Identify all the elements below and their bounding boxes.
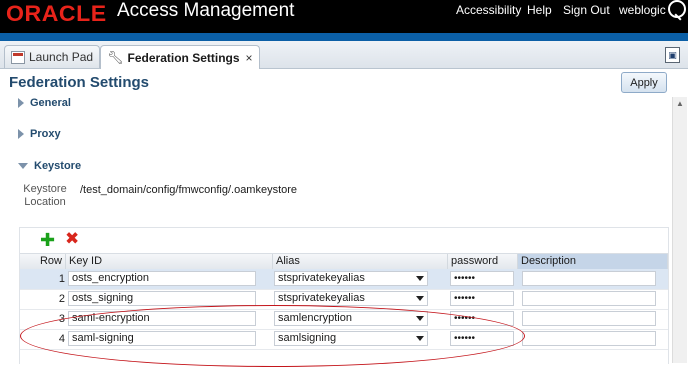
tab-federation-settings-label: Federation Settings <box>127 50 240 65</box>
dropdown-arrow-icon <box>416 336 424 341</box>
dropdown-arrow-icon <box>416 296 424 301</box>
password-input[interactable]: •••••• <box>450 311 514 326</box>
accessibility-link[interactable]: Accessibility <box>456 3 521 17</box>
launch-pad-icon <box>11 50 25 64</box>
key-id-input[interactable]: osts_signing <box>68 291 256 306</box>
section-keystore-label: Keystore <box>34 160 82 172</box>
col-password[interactable]: password <box>448 254 518 269</box>
dropdown-arrow-icon <box>416 276 424 281</box>
help-link[interactable]: Help <box>527 3 552 17</box>
key-id-input[interactable]: saml-signing <box>68 331 256 346</box>
tab-launch-pad-label: Launch Pad <box>29 50 94 64</box>
vertical-scrollbar[interactable]: ▲ <box>672 97 687 363</box>
alias-select[interactable]: stsprivatekeyalias <box>274 271 428 286</box>
top-banner: ORACLE Access Management Accessibility H… <box>0 0 688 33</box>
main-content: Federation Settings Apply ▲ General Prox… <box>0 69 688 367</box>
close-tab-icon[interactable]: × <box>246 51 253 65</box>
password-input[interactable]: •••••• <box>450 271 514 286</box>
keystore-label-line2: Location <box>24 196 66 208</box>
description-input[interactable] <box>522 311 656 326</box>
page-title: Federation Settings <box>9 74 150 91</box>
row-number: 1 <box>58 273 65 285</box>
section-keystore[interactable]: Keystore <box>18 160 81 172</box>
table-row[interactable]: 3 saml-encryption samlencryption •••••• <box>20 309 668 330</box>
alias-value: samlencryption <box>278 312 352 324</box>
export-icon[interactable]: ▣ <box>665 47 680 63</box>
keystore-label-line1: Keystore <box>23 183 67 195</box>
col-description[interactable]: Description <box>518 254 668 269</box>
sign-out-link[interactable]: Sign Out <box>563 3 610 17</box>
row-number: 3 <box>58 313 65 325</box>
user-name[interactable]: weblogic <box>619 3 666 17</box>
description-input[interactable] <box>522 331 656 346</box>
keystore-location-label: Keystore Location <box>22 183 68 209</box>
user-icon[interactable] <box>668 0 686 18</box>
alias-value: stsprivatekeyalias <box>278 292 365 304</box>
expand-icon <box>18 129 24 139</box>
keystore-location-value: /test_domain/config/fmwconfig/.oamkeysto… <box>80 184 298 196</box>
col-row[interactable]: Row <box>20 254 66 269</box>
password-input[interactable]: •••••• <box>450 331 514 346</box>
table-row[interactable]: 1 osts_encryption stsprivatekeyalias •••… <box>20 269 668 290</box>
add-icon[interactable]: ✚ <box>40 231 55 249</box>
dropdown-arrow-icon <box>416 316 424 321</box>
alias-value: samlsigning <box>278 332 337 344</box>
tab-federation-settings[interactable]: 🔧︎ Federation Settings × <box>100 45 260 69</box>
section-general-label: General <box>30 97 71 109</box>
delete-icon[interactable]: ✖ <box>65 230 79 248</box>
table-row[interactable]: 2 osts_signing stsprivatekeyalias •••••• <box>20 289 668 310</box>
key-id-input[interactable]: saml-encryption <box>68 311 256 326</box>
tab-launch-pad[interactable]: Launch Pad <box>4 45 101 68</box>
scroll-up-icon[interactable]: ▲ <box>676 99 684 108</box>
section-proxy-label: Proxy <box>30 128 61 140</box>
table-header: Row Key ID Alias password Description <box>20 253 668 270</box>
alias-select[interactable]: samlencryption <box>274 311 428 326</box>
apply-button[interactable]: Apply <box>621 72 667 93</box>
description-input[interactable] <box>522 291 656 306</box>
keys-table-panel: ✚ ✖ Row Key ID Alias password Descriptio… <box>19 227 669 364</box>
password-input[interactable]: •••••• <box>450 291 514 306</box>
wrench-icon: 🔧︎ <box>107 49 124 65</box>
section-proxy[interactable]: Proxy <box>18 128 61 140</box>
product-title: Access Management <box>117 0 295 21</box>
expand-icon <box>18 98 24 108</box>
key-id-input[interactable]: osts_encryption <box>68 271 256 286</box>
col-key-id[interactable]: Key ID <box>66 254 273 269</box>
accent-bar <box>0 33 688 41</box>
alias-select[interactable]: stsprivatekeyalias <box>274 291 428 306</box>
row-number: 4 <box>58 333 65 345</box>
alias-select[interactable]: samlsigning <box>274 331 428 346</box>
collapse-icon <box>18 163 28 169</box>
table-row[interactable]: 4 saml-signing samlsigning •••••• <box>20 329 668 350</box>
tab-strip: Launch Pad 🔧︎ Federation Settings × ▣ <box>0 41 688 69</box>
oracle-logo: ORACLE <box>6 1 107 26</box>
alias-value: stsprivatekeyalias <box>278 272 365 284</box>
row-number: 2 <box>58 293 65 305</box>
col-alias[interactable]: Alias <box>273 254 448 269</box>
section-general[interactable]: General <box>18 97 71 109</box>
description-input[interactable] <box>522 271 656 286</box>
